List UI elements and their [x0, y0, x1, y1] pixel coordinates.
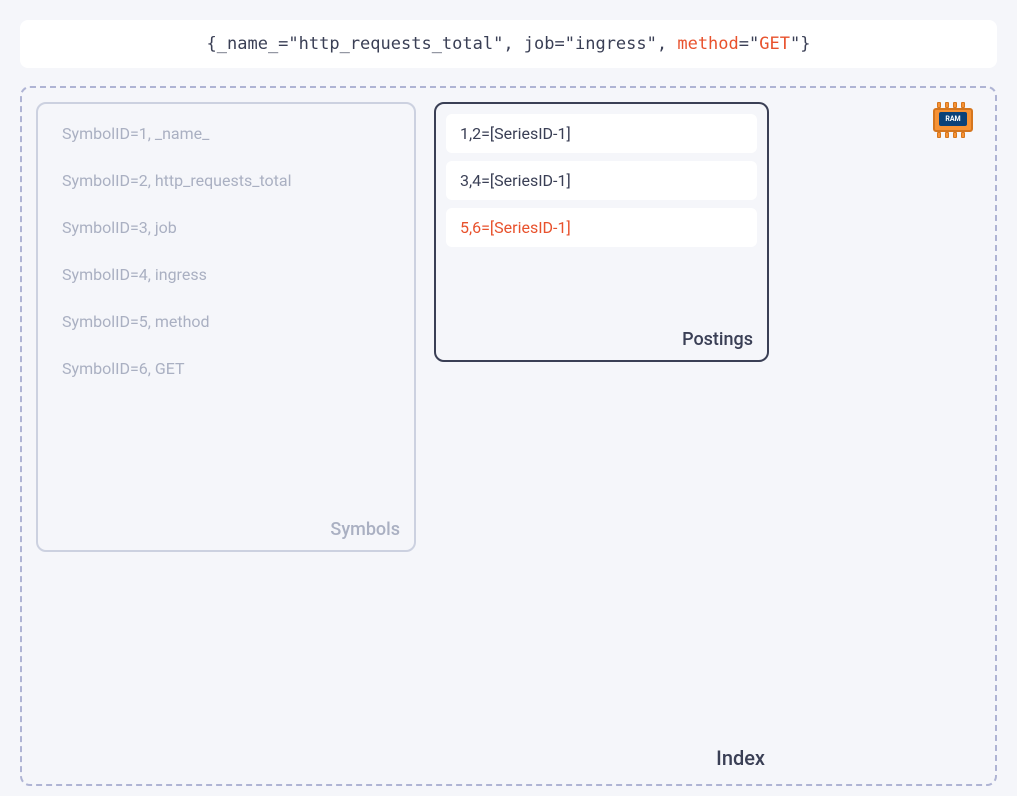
index-container: RAM SymbolID=1, _name_ SymbolID=2, http_r… [20, 86, 997, 786]
symbol-item: SymbolID=2, http_requests_total [48, 161, 404, 200]
symbol-item: SymbolID=3, job [48, 208, 404, 247]
ram-icon: RAM [929, 102, 977, 138]
postings-panel: 1,2=[SeriesID-1] 3,4=[SeriesID-1] 5,6=[Ser… [434, 102, 769, 362]
symbol-item: SymbolID=1, _name_ [48, 114, 404, 153]
symbols-panel: SymbolID=1, _name_ SymbolID=2, http_reque… [36, 102, 416, 552]
query-text: {_name_="http_requests_total", job="ingr… [207, 34, 678, 54]
posting-item: 1,2=[SeriesID-1] [446, 114, 757, 153]
query-highlight: method [677, 34, 738, 54]
posting-item: 3,4=[SeriesID-1] [446, 161, 757, 200]
postings-label: Postings [682, 329, 753, 350]
symbol-item: SymbolID=4, ingress [48, 255, 404, 294]
symbols-label: Symbols [330, 519, 400, 540]
symbol-item: SymbolID=5, method [48, 302, 404, 341]
query-text: "} [790, 34, 810, 54]
query-highlight: GET [759, 34, 790, 54]
index-label: Index [716, 746, 765, 770]
symbol-item: SymbolID=6, GET [48, 349, 404, 388]
posting-item: 5,6=[SeriesID-1] [446, 208, 757, 247]
query-bar: {_name_="http_requests_total", job="ingr… [20, 20, 997, 68]
ram-label: RAM [939, 112, 967, 126]
query-text: =" [739, 34, 759, 54]
